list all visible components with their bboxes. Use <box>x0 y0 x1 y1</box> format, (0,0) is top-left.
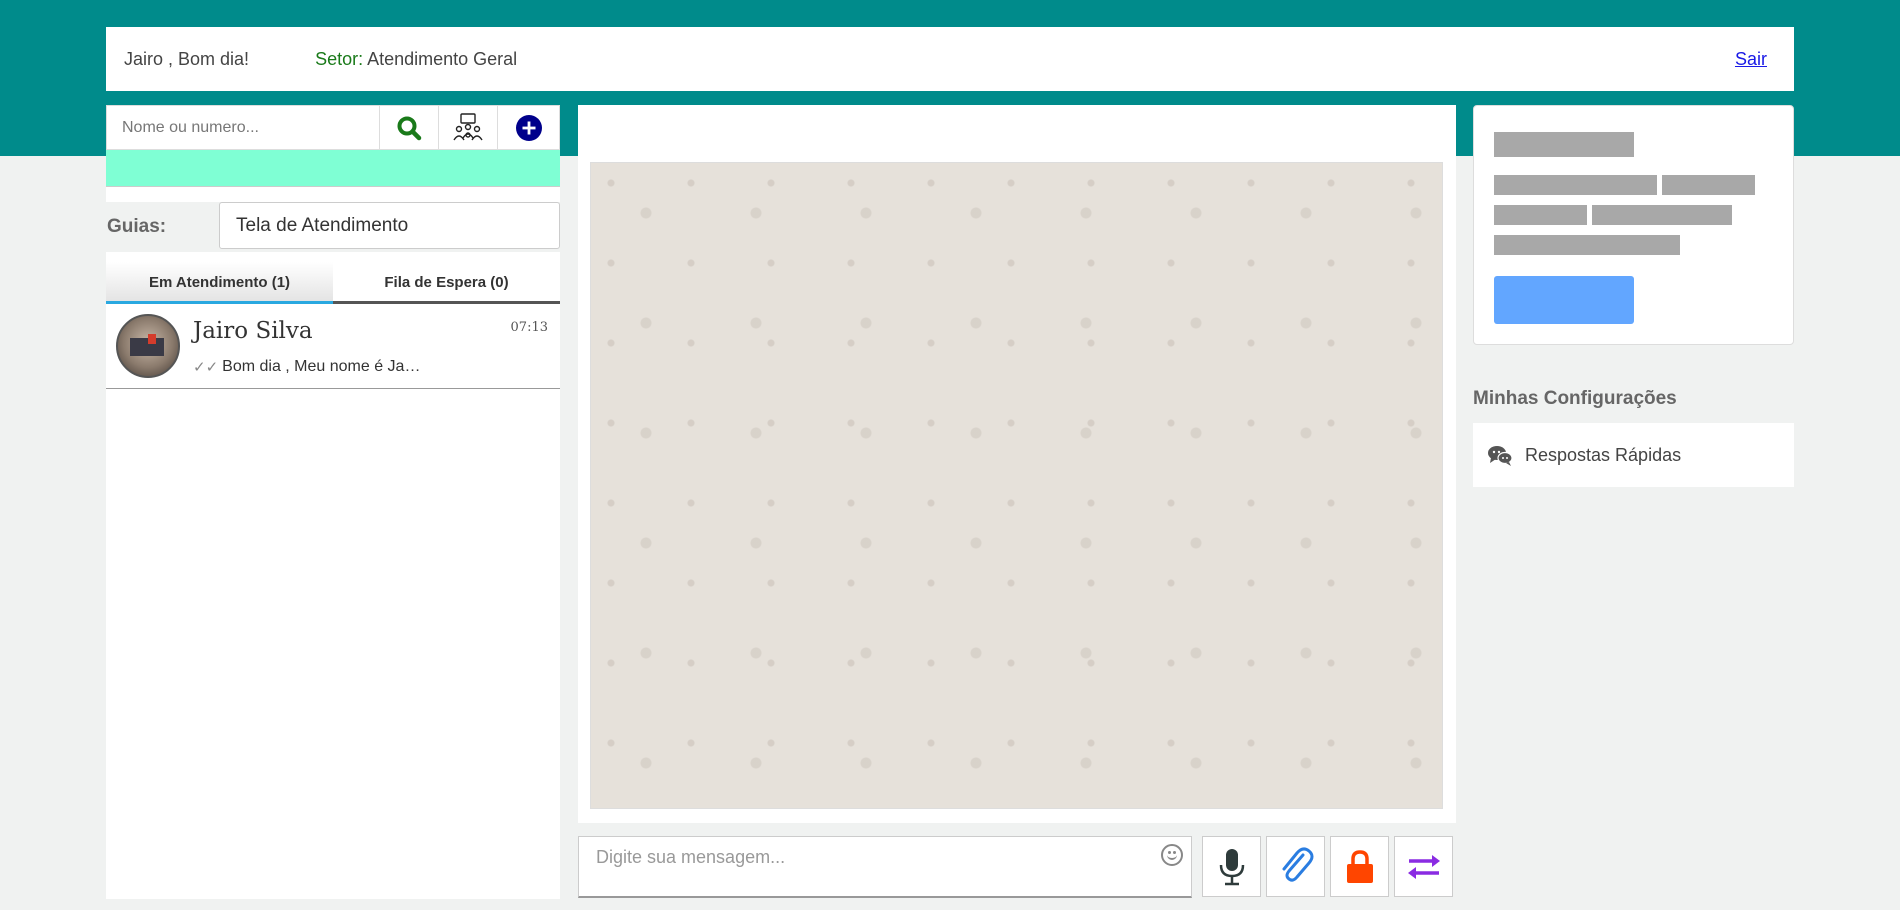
search-icon <box>396 115 422 141</box>
avatar <box>116 314 180 378</box>
profile-action-button-placeholder[interactable] <box>1494 276 1634 324</box>
transfer-icon <box>1406 852 1442 882</box>
top-header: Jairo , Bom dia! Setor: Atendimento Gera… <box>106 27 1794 91</box>
profile-line-placeholder <box>1592 205 1732 225</box>
logout-link[interactable]: Sair <box>1735 49 1767 70</box>
setor-value: Atendimento Geral <box>363 48 518 69</box>
guias-select[interactable]: Tela de Atendimento <box>219 202 560 249</box>
record-audio-button[interactable] <box>1202 836 1261 897</box>
groups-button[interactable] <box>439 106 498 149</box>
search-input[interactable] <box>107 106 380 149</box>
add-icon <box>515 114 543 142</box>
chat-preview-text: Bom dia , Meu nome é Ja… <box>222 358 421 375</box>
tab-fila-de-espera[interactable]: Fila de Espera (0) <box>333 262 560 301</box>
search-button[interactable] <box>380 106 439 149</box>
guias-label: Guias: <box>107 216 167 237</box>
search-bar <box>106 105 560 150</box>
profile-line-placeholder <box>1494 175 1657 195</box>
close-ticket-button[interactable] <box>1330 836 1389 897</box>
greeting-text: Jairo , Bom dia! <box>124 48 250 69</box>
chat-time: 07:13 <box>510 320 548 335</box>
queue-tabs: Em Atendimento (1) Fila de Espera (0) <box>106 262 560 304</box>
attach-file-button[interactable] <box>1266 836 1325 897</box>
config-section-title: Minhas Configurações <box>1473 388 1677 409</box>
chat-bubbles-icon <box>1487 444 1513 466</box>
message-input[interactable] <box>579 837 1139 877</box>
tab-em-atendimento[interactable]: Em Atendimento (1) <box>106 262 333 304</box>
quick-replies-link[interactable]: Respostas Rápidas <box>1473 423 1794 487</box>
chat-preview: ✓✓ Bom dia , Meu nome é Ja… <box>193 358 420 376</box>
conversation-area[interactable] <box>590 162 1443 809</box>
notice-bar <box>106 150 560 187</box>
quick-replies-label: Respostas Rápidas <box>1525 444 1682 465</box>
setor-label: Setor: <box>315 48 364 69</box>
profile-line-placeholder <box>1494 235 1680 255</box>
profile-title-placeholder <box>1494 132 1634 157</box>
emoji-icon[interactable] <box>1161 844 1183 866</box>
contact-profile-card <box>1473 105 1794 345</box>
add-contact-button[interactable] <box>498 106 559 149</box>
double-check-icon: ✓✓ <box>193 359 219 376</box>
profile-line-placeholder <box>1494 205 1587 225</box>
transfer-button[interactable] <box>1394 836 1453 897</box>
guias-row: Guias: Tela de Atendimento <box>106 202 560 252</box>
setor-info: Setor: Atendimento Geral <box>315 49 517 70</box>
chat-list-item[interactable]: Jairo Silva 07:13 ✓✓ Bom dia , Meu nome … <box>106 304 560 389</box>
microphone-icon <box>1217 847 1247 887</box>
group-icon <box>452 112 484 144</box>
paperclip-icon <box>1278 846 1314 887</box>
message-composer <box>578 836 1192 898</box>
profile-line-placeholder <box>1662 175 1755 195</box>
lock-icon <box>1344 849 1376 885</box>
contacts-panel: Guias: Tela de Atendimento Em Atendiment… <box>106 105 560 899</box>
chat-contact-name: Jairo Silva <box>193 318 313 344</box>
